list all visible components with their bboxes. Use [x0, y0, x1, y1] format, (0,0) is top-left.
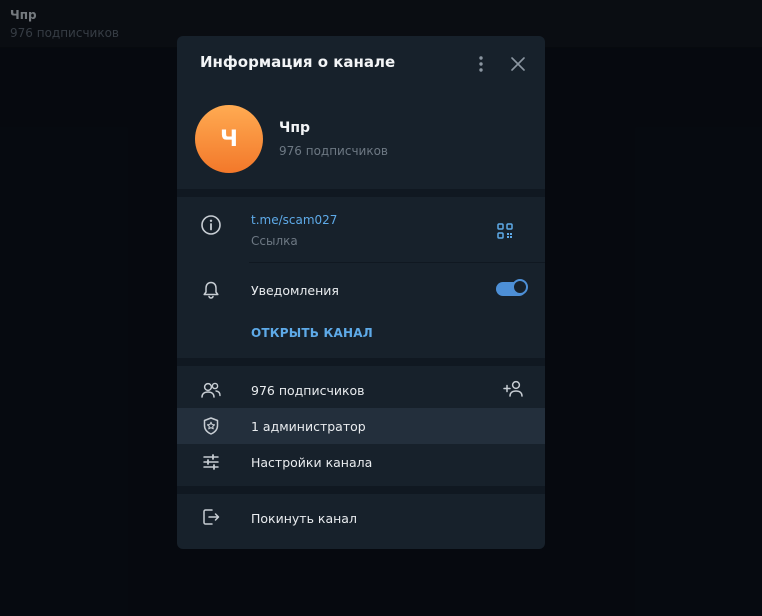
exit-icon — [199, 505, 223, 529]
info-icon — [199, 213, 223, 237]
leave-channel-row[interactable]: Покинуть канал — [177, 500, 545, 536]
shield-icon — [199, 414, 223, 438]
more-button[interactable] — [467, 50, 495, 78]
link-label: Ссылка — [251, 234, 298, 248]
channel-name: Чпр — [279, 120, 311, 136]
add-user-button[interactable] — [502, 377, 526, 401]
channel-subscribers: 976 подписчиков — [279, 144, 388, 158]
avatar-letter: Ч — [220, 126, 238, 152]
administrators-label: 1 администратор — [251, 419, 366, 434]
subscribers-row[interactable]: 976 подписчиков — [177, 372, 545, 408]
sliders-icon — [199, 450, 223, 474]
close-button[interactable] — [504, 50, 532, 78]
subscribers-label: 976 подписчиков — [251, 383, 365, 398]
open-channel-button[interactable]: ОТКРЫТЬ КАНАЛ — [251, 326, 373, 340]
modal-title: Информация о канале — [200, 53, 396, 71]
section-divider — [177, 189, 545, 197]
administrators-row[interactable]: 1 администратор — [177, 408, 545, 444]
channel-settings-row[interactable]: Настройки канала — [177, 444, 545, 480]
users-icon — [199, 378, 223, 402]
channel-info-modal: Информация о канале Ч Чпр 976 подписчико… — [177, 36, 545, 549]
leave-channel-label: Покинуть канал — [251, 511, 357, 526]
channel-settings-label: Настройки канала — [251, 455, 373, 470]
modal-header: Информация о канале — [177, 36, 545, 92]
section-divider — [177, 486, 545, 494]
channel-link[interactable]: t.me/scam027 — [251, 213, 337, 227]
avatar[interactable]: Ч — [195, 105, 263, 173]
notifications-toggle[interactable] — [496, 279, 528, 296]
qr-code-icon — [497, 223, 513, 239]
section-divider — [177, 358, 545, 366]
bell-icon — [199, 278, 223, 302]
more-vertical-icon — [479, 56, 483, 72]
notifications-label: Уведомления — [251, 283, 339, 298]
toggle-knob — [512, 279, 528, 295]
row-divider — [249, 262, 545, 263]
qr-code-button[interactable] — [493, 219, 517, 243]
close-icon — [511, 57, 525, 71]
add-user-icon — [503, 380, 523, 397]
